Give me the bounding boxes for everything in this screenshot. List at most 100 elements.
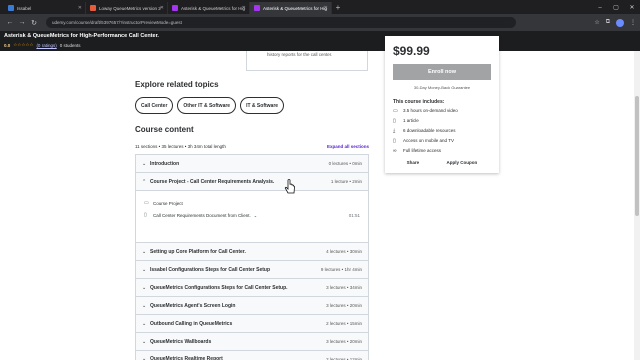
- section-title: Issabel Configurations Steps for Call Ce…: [150, 266, 271, 273]
- browser-tab-bar: Issabel ✕ Loway QueueMetrics version 2 ✕ Ast…: [0, 0, 640, 14]
- includes-title: This course includes:: [393, 99, 445, 105]
- document-icon: ▯: [144, 212, 147, 218]
- page-scrollbar[interactable]: [634, 51, 640, 360]
- lecture-item[interactable]: ▯ Call Center Requirements Document from …: [144, 209, 360, 221]
- ratings-link[interactable]: (0 ratings): [36, 43, 56, 48]
- chevron-down-icon: ⌄: [142, 248, 147, 255]
- window-controls: – ▢ ✕: [592, 2, 640, 14]
- video-icon: ▭: [144, 200, 149, 206]
- section-lecture-count: 0 lectures • 0min: [328, 161, 362, 166]
- related-topics-heading: Explore related topics: [135, 80, 219, 89]
- include-item: ∞ Full lifetime access: [393, 146, 491, 155]
- include-text: 1 article: [403, 118, 419, 123]
- course-title: Asterisk & QueueMetrics for High-Perform…: [4, 33, 159, 39]
- chevron-down-icon: ⌄: [142, 356, 147, 360]
- course-content-heading: Course content: [135, 125, 194, 134]
- close-tab-icon[interactable]: ✕: [324, 5, 328, 11]
- chevron-down-icon: ⌄: [142, 320, 147, 327]
- course-rating-row: 0.0 ☆☆☆☆☆ (0 ratings) 0 students: [4, 42, 636, 48]
- mobile-icon: ▯: [393, 137, 396, 144]
- browser-tab[interactable]: Asterisk & QueueMetrics for Hig ✕: [250, 2, 332, 14]
- forward-icon[interactable]: →: [16, 19, 28, 26]
- rating-stars-icon: ☆☆☆☆☆: [13, 42, 34, 47]
- include-text: Access on mobile and TV: [403, 138, 454, 143]
- description-text: history reports for the call center.: [267, 52, 333, 57]
- chevron-up-icon: ⌃: [142, 178, 147, 185]
- lecture-duration: 01:51: [348, 212, 360, 218]
- topic-chip[interactable]: Other IT & Software: [177, 97, 237, 114]
- reload-icon[interactable]: ↻: [28, 19, 40, 27]
- include-item: ▭ 3.5 hours on-demand video: [393, 106, 491, 115]
- chevron-down-icon[interactable]: ⌄: [254, 213, 257, 218]
- menu-icon[interactable]: ⋮: [630, 19, 636, 26]
- section-header[interactable]: ⌃ Course Project - Call Center Requiremen…: [135, 172, 369, 190]
- section-header[interactable]: ⌄ QueueMetrics Realtime Report 2 lectures …: [135, 350, 369, 360]
- section-header[interactable]: ⌄ QueueMetrics Configurations Steps for C…: [135, 278, 369, 296]
- infinity-icon: ∞: [393, 147, 397, 154]
- lecture-title: Call Center Requirements Document from C…: [153, 212, 251, 218]
- chevron-down-icon: ⌄: [142, 338, 147, 345]
- profile-avatar[interactable]: [616, 18, 624, 27]
- section-title: QueueMetrics Wallboards: [150, 338, 212, 345]
- section-lectures: ▭ Course Project ▯ Call Center Requirements…: [135, 190, 369, 242]
- chevron-down-icon: ⌄: [142, 302, 147, 309]
- minimize-icon[interactable]: –: [592, 2, 608, 14]
- section-title: QueueMetrics Realtime Report: [150, 356, 223, 360]
- students-count: 0 students: [59, 42, 81, 48]
- include-item: ▯ Access on mobile and TV: [393, 136, 491, 145]
- section-header[interactable]: ⌄ Issabel Configurations Steps for Call C…: [135, 260, 369, 278]
- content-summary: 11 sections • 35 lectures • 3h 34m total…: [135, 144, 369, 149]
- lecture-title: Course Project: [153, 200, 183, 206]
- section-title: Introduction: [150, 160, 180, 167]
- section-lecture-count: 1 lecture • 2min: [330, 179, 362, 184]
- tab-favicon-icon: [254, 5, 260, 11]
- close-tab-icon[interactable]: ✕: [78, 5, 82, 11]
- section-lecture-count: 4 lectures • 30min: [326, 249, 362, 254]
- extensions-icon[interactable]: ⧉: [606, 19, 610, 26]
- tab-favicon-icon: [8, 5, 14, 11]
- include-item: ⤓ 6 downloadable resources: [393, 126, 491, 135]
- lecture-item[interactable]: ▭ Course Project: [144, 197, 360, 209]
- address-bar-row: ← → ↻ udemy.com/course/draft/5397657/?in…: [0, 14, 640, 31]
- back-icon[interactable]: ←: [4, 19, 16, 26]
- apply-coupon-button[interactable]: Apply Coupon: [447, 160, 478, 165]
- extensions: ☆ ⧉ ⋮: [594, 18, 636, 27]
- topic-chip[interactable]: Call Center: [135, 97, 174, 114]
- url-field[interactable]: udemy.com/course/draft/5397657/?instruct…: [46, 17, 516, 28]
- section-header[interactable]: ⌄ Setting up Core Platform for Call Cente…: [135, 242, 369, 260]
- section-title: QueueMetrics Configurations Steps for Ca…: [150, 284, 288, 291]
- tab-favicon-icon: [90, 5, 96, 11]
- section-title: Setting up Core Platform for Call Center…: [150, 248, 246, 255]
- mouse-pointer-icon: [284, 179, 295, 194]
- share-button[interactable]: Share: [407, 160, 420, 165]
- section-header[interactable]: ⌄ QueueMetrics Wallboards 3 lectures • 20m…: [135, 332, 369, 350]
- include-text: 3.5 hours on-demand video: [403, 108, 458, 113]
- chevron-down-icon: ⌄: [142, 160, 147, 167]
- section-header[interactable]: ⌄ Outbound Calling in QueueMetrics 2 lectu…: [135, 314, 369, 332]
- purchase-sidebar: $99.99 Enroll now 30-Day Money-Back Guar…: [385, 36, 499, 173]
- maximize-icon[interactable]: ▢: [608, 2, 624, 14]
- new-tab-button[interactable]: +: [332, 2, 344, 14]
- related-topics: Call Center Other IT & Software IT & Softw…: [135, 97, 285, 114]
- close-tab-icon[interactable]: ✕: [242, 5, 246, 11]
- bookmark-star-icon[interactable]: ☆: [594, 19, 599, 26]
- close-window-icon[interactable]: ✕: [624, 2, 640, 14]
- section-header[interactable]: ⌄ Introduction 0 lectures • 0min: [135, 154, 369, 172]
- section-lecture-count: 9 lectures • 1hr 4min: [320, 267, 362, 272]
- section-header[interactable]: ⌄ QueueMetrics Agent's Screen Login 3 lect…: [135, 296, 369, 314]
- curriculum-list: ⌄ Introduction 0 lectures • 0min ⌃ Course Pr…: [135, 154, 369, 360]
- enroll-now-button[interactable]: Enroll now: [393, 64, 491, 80]
- topic-chip[interactable]: IT & Software: [240, 97, 285, 114]
- browser-tab[interactable]: Asterisk & QueueMetrics for Hig ✕: [168, 2, 250, 14]
- price: $99.99: [393, 44, 430, 58]
- browser-tab[interactable]: Issabel ✕: [4, 2, 86, 14]
- close-tab-icon[interactable]: ✕: [160, 5, 164, 11]
- expand-all-button[interactable]: Expand all sections: [327, 144, 369, 149]
- browser-tab[interactable]: Loway QueueMetrics version 2 ✕: [86, 2, 168, 14]
- scrollbar-thumb[interactable]: [635, 96, 639, 216]
- tab-label: Loway QueueMetrics version 2: [99, 5, 161, 11]
- url-text: udemy.com/course/draft/5397657/?instruct…: [52, 20, 182, 25]
- section-lecture-count: 2 lectures • 12min: [326, 356, 362, 360]
- article-icon: ▯: [393, 117, 396, 124]
- section-title: QueueMetrics Agent's Screen Login: [150, 302, 236, 309]
